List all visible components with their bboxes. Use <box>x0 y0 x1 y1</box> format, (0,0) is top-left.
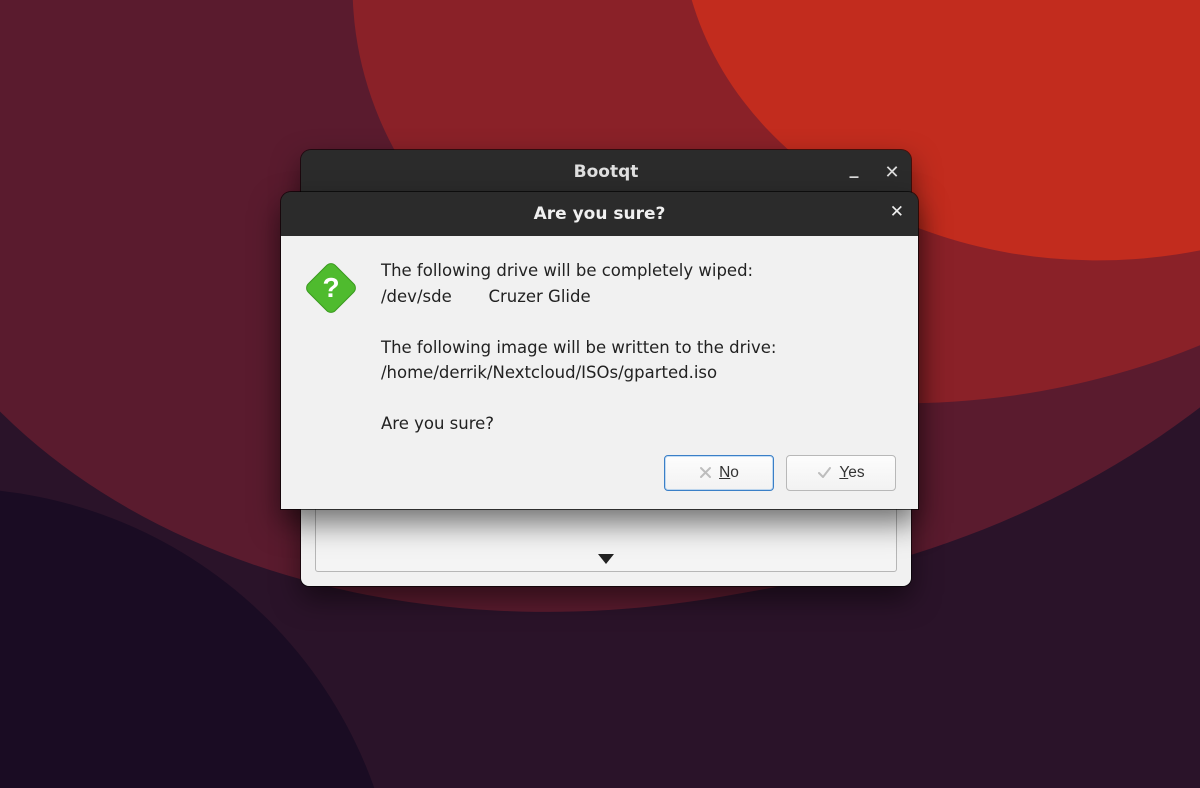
yes-button-rest: es <box>848 464 864 481</box>
svg-text:?: ? <box>322 272 339 303</box>
close-button[interactable]: ✕ <box>881 162 903 183</box>
no-button-mnemonic: N <box>719 464 730 481</box>
yes-button-mnemonic: Y <box>839 464 848 481</box>
no-button-rest: o <box>730 464 739 481</box>
cancel-x-icon <box>699 466 712 479</box>
yes-button[interactable]: Yes <box>786 455 896 491</box>
question-icon: ? <box>303 260 359 316</box>
no-button[interactable]: No <box>664 455 774 491</box>
confirm-dialog: Are you sure? ✕ ? The following drive wi… <box>281 192 918 509</box>
check-icon <box>817 466 832 479</box>
dialog-title: Are you sure? <box>534 204 666 224</box>
parent-window-title: Bootqt <box>574 162 639 182</box>
dropdown-caret-icon <box>598 554 614 564</box>
dialog-message: The following drive will be completely w… <box>381 258 896 437</box>
dialog-titlebar[interactable]: Are you sure? ✕ <box>281 192 918 236</box>
minimize-button[interactable]: _ <box>843 158 865 179</box>
close-icon[interactable]: ✕ <box>890 202 904 222</box>
parent-window-titlebar[interactable]: Bootqt _ ✕ <box>301 150 911 194</box>
